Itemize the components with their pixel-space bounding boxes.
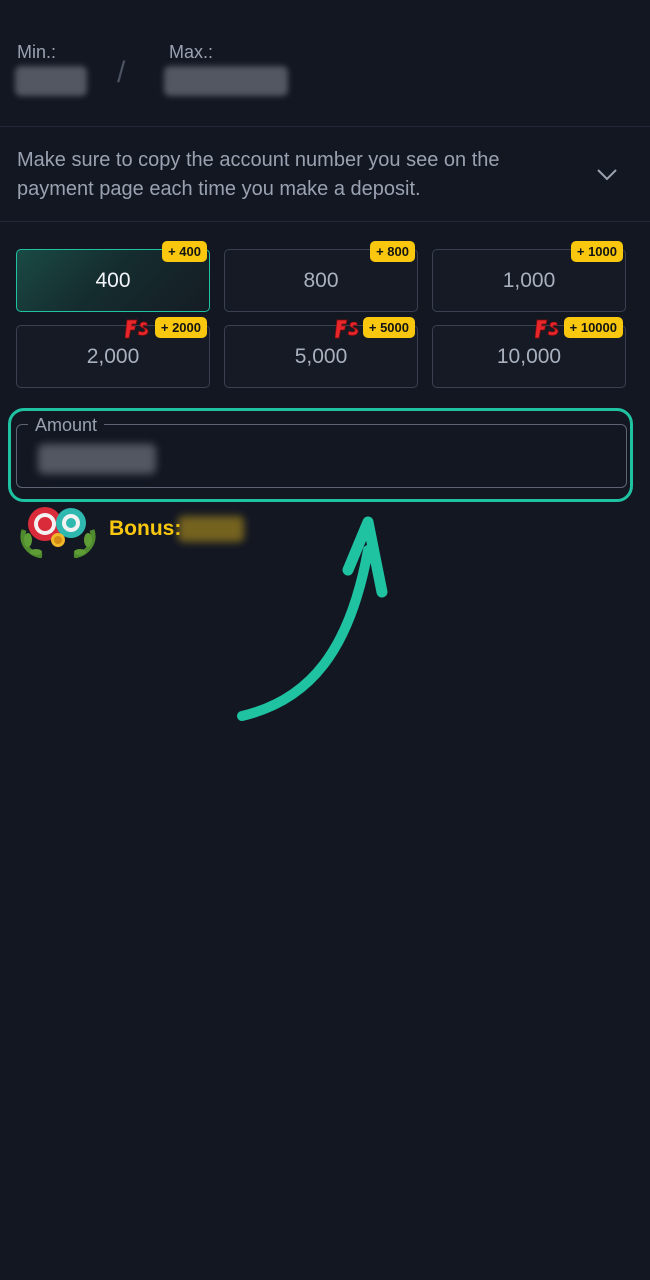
- preset-amount-button[interactable]: 1,000 + 1000: [432, 241, 626, 312]
- deposit-limits: Min.: / Max.:: [0, 0, 650, 127]
- amount-label: Amount: [28, 415, 105, 436]
- preset-amount: 10,000: [496, 344, 562, 368]
- bonus-label: Bonus:: [109, 517, 182, 540]
- chevron-down-icon[interactable]: [592, 160, 622, 190]
- preset-amount: 400: [95, 268, 131, 292]
- max-value-redacted: [164, 66, 288, 96]
- preset-amount-button[interactable]: 5,000 + 5000: [224, 317, 418, 388]
- preset-amount: 2,000: [86, 344, 140, 368]
- limits-separator: /: [117, 56, 126, 89]
- amount-value-redacted: [38, 444, 156, 474]
- deposit-notice[interactable]: Make sure to copy the account number you…: [0, 128, 650, 222]
- bonus-badge: + 5000: [362, 317, 415, 338]
- preset-amount-button[interactable]: 10,000 + 10000: [432, 317, 626, 388]
- free-spins-icon: [125, 319, 149, 339]
- preset-amount-button[interactable]: 2,000 + 2000: [16, 317, 210, 388]
- free-spins-icon: [535, 319, 559, 339]
- bonus-badge: + 1000: [570, 241, 623, 262]
- bonus-badge: + 800: [370, 241, 415, 262]
- preset-amount-button[interactable]: 400 + 400: [16, 241, 210, 312]
- preset-amount: 5,000: [294, 344, 348, 368]
- preset-amount: 1,000: [502, 268, 556, 292]
- preset-amount: 800: [303, 268, 339, 292]
- bonus-badge: + 10000: [563, 317, 623, 338]
- min-label: Min.:: [17, 42, 57, 62]
- arrow-annotation: [237, 516, 388, 721]
- free-spins-icon: [335, 319, 359, 339]
- notice-text: Make sure to copy the account number you…: [17, 149, 500, 200]
- preset-amount-button[interactable]: 800 + 800: [224, 241, 418, 312]
- bonus-badge: + 2000: [154, 317, 207, 338]
- chips-wreath-icon: [20, 507, 96, 558]
- bonus-badge: + 400: [162, 241, 207, 262]
- max-label: Max.:: [169, 42, 214, 62]
- deposit-page: Min.: / Max.: Make sure to copy the acco…: [0, 0, 650, 1280]
- min-value-redacted: [15, 66, 87, 96]
